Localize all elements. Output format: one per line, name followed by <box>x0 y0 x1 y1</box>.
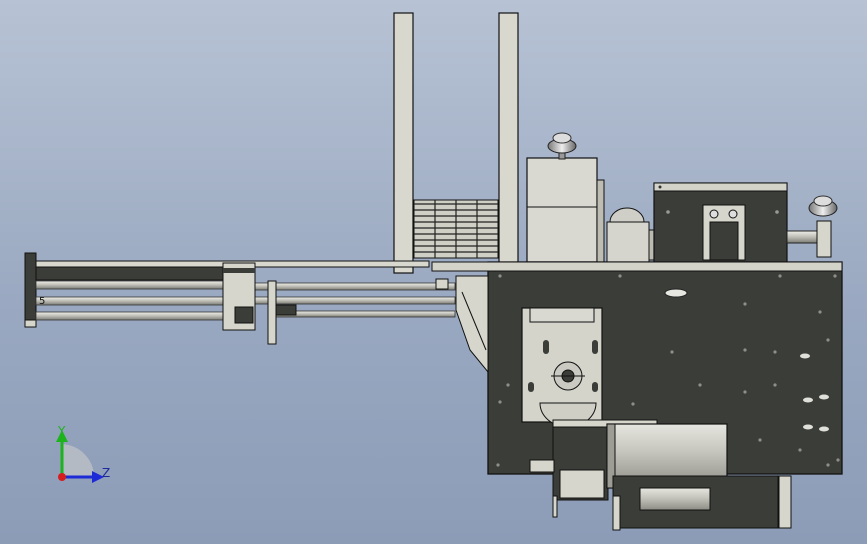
gearbox[interactable] <box>612 475 792 531</box>
right-bracket-block[interactable] <box>653 182 788 264</box>
side-shaft-right[interactable] <box>786 220 832 258</box>
z-axis-label: Z <box>102 466 111 480</box>
triad-graphic <box>56 430 104 483</box>
adjust-knob-top[interactable] <box>547 132 577 160</box>
angled-support[interactable] <box>455 275 489 374</box>
stacked-slats[interactable] <box>413 199 499 259</box>
cad-model[interactable]: 5 <box>0 0 867 544</box>
top-housing[interactable] <box>526 157 605 263</box>
adjust-knob-right[interactable] <box>808 195 838 217</box>
vertical-post-right[interactable] <box>498 12 519 266</box>
vertical-post-left[interactable] <box>393 12 414 274</box>
x-axis-dot <box>58 473 66 481</box>
dome-cylinder[interactable] <box>606 207 660 263</box>
slide-carriage[interactable] <box>222 262 256 331</box>
y-axis-label: Y <box>58 424 66 438</box>
part-callout-label: 5 <box>39 296 45 307</box>
coordinate-triad: Y Z <box>44 420 124 490</box>
graphics-viewport[interactable]: 5 Y Z <box>0 0 867 544</box>
